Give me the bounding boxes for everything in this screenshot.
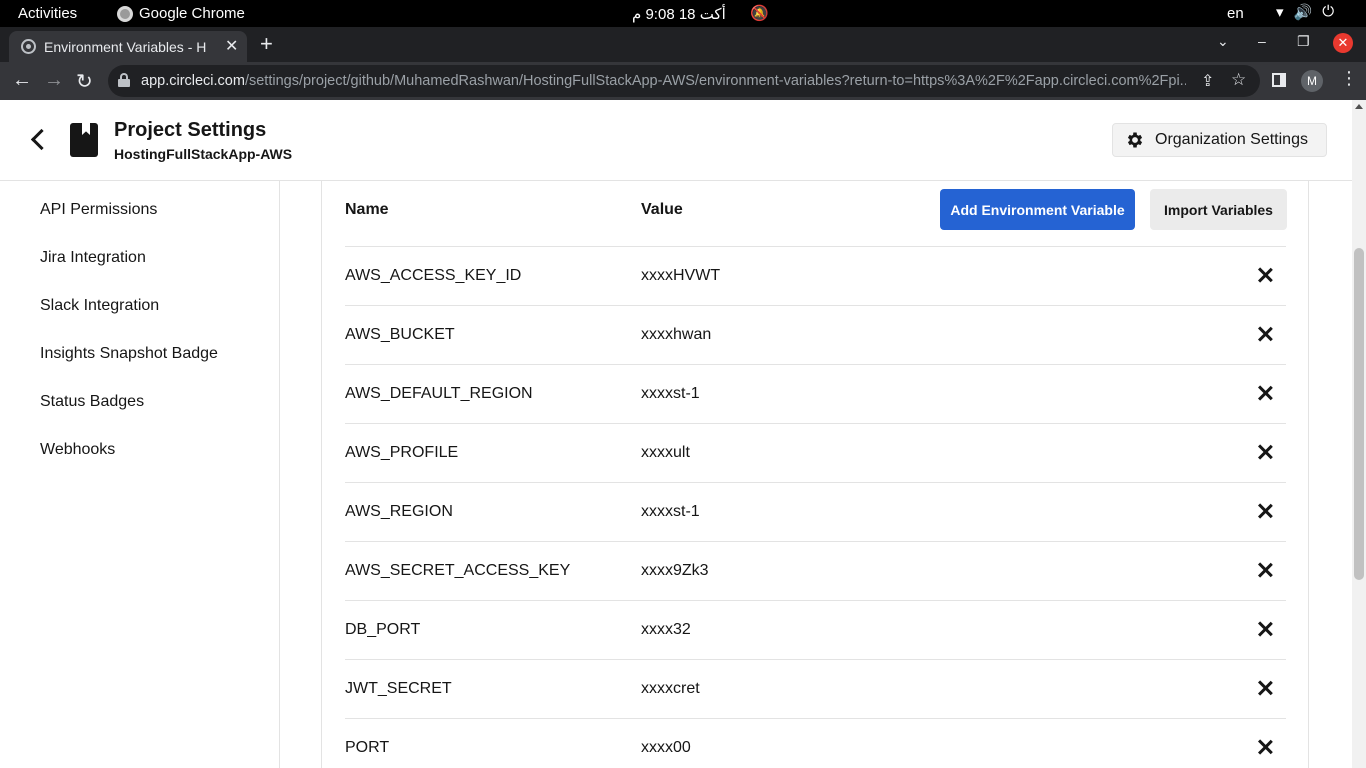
sidebar-item-slack-integration[interactable]: Slack Integration — [40, 297, 159, 315]
system-tray[interactable]: ▾ 🔊 ⏻ — [1276, 3, 1334, 21]
delete-x-icon[interactable] — [1257, 503, 1273, 519]
variable-name: AWS_PROFILE — [345, 444, 459, 461]
variable-value: xxxxHVWT — [641, 267, 721, 284]
variable-name: AWS_ACCESS_KEY_ID — [345, 267, 522, 284]
project-name: HostingFullStackApp-AWS — [114, 146, 293, 162]
sidebar-item-status-badges[interactable]: Status Badges — [40, 393, 144, 411]
table-row: AWS_BUCKET xxxxhwan — [345, 305, 1286, 364]
sidebar-item-insights-snapshot-badge[interactable]: Insights Snapshot Badge — [40, 345, 218, 363]
sidebar-item-api-permissions[interactable]: API Permissions — [40, 201, 157, 219]
page-title: Project Settings — [114, 119, 267, 141]
settings-sidebar: API Permissions Jira Integration Slack I… — [0, 181, 280, 768]
delete-x-icon[interactable] — [1257, 680, 1273, 696]
minimize-icon[interactable]: – — [1258, 33, 1266, 49]
variable-name: PORT — [345, 739, 390, 756]
variable-value: xxxx00 — [641, 739, 691, 756]
project-book-icon — [70, 123, 98, 157]
share-icon[interactable]: ⇪ — [1201, 71, 1214, 91]
os-top-bar: Activities Google Chrome أكت 18 9:08 م 🔕… — [0, 0, 1366, 27]
variable-name: DB_PORT — [345, 621, 421, 638]
import-variables-button[interactable]: Import Variables — [1150, 189, 1287, 230]
wifi-icon: ▾ — [1276, 4, 1284, 21]
environment-variables-card: Name Value Add Environment Variable Impo… — [321, 181, 1309, 768]
url-path: /settings/project/github/MuhamedRashwan/… — [244, 73, 1186, 89]
variable-name: AWS_SECRET_ACCESS_KEY — [345, 562, 571, 579]
chrome-icon — [117, 5, 133, 22]
table-row: AWS_PROFILE xxxxult — [345, 423, 1286, 482]
delete-x-icon[interactable] — [1257, 444, 1273, 460]
variable-value: xxxxcret — [641, 680, 700, 697]
window-close-icon[interactable]: ✕ — [1333, 33, 1353, 53]
table-row: PORT xxxx00 — [345, 718, 1286, 768]
sidebar-item-jira-integration[interactable]: Jira Integration — [40, 249, 146, 267]
organization-settings-button[interactable]: Organization Settings — [1112, 123, 1327, 157]
variable-name: AWS_BUCKET — [345, 326, 455, 343]
side-panel-icon[interactable] — [1272, 73, 1286, 87]
variable-value: xxxx32 — [641, 621, 691, 638]
volume-icon: 🔊 — [1293, 4, 1313, 21]
tab-close-icon[interactable]: ✕ — [225, 36, 238, 56]
address-bar[interactable]: app.circleci.com/settings/project/github… — [108, 65, 1260, 97]
delete-x-icon[interactable] — [1257, 326, 1273, 342]
table-row: AWS_REGION xxxxst-1 — [345, 482, 1286, 541]
variable-value: xxxxult — [641, 444, 690, 461]
app-menu[interactable]: Google Chrome — [117, 5, 245, 22]
scroll-up-arrow-icon[interactable] — [1355, 104, 1363, 109]
delete-x-icon[interactable] — [1257, 621, 1273, 637]
tab-title: Environment Variables - H — [44, 39, 207, 55]
lock-icon[interactable] — [118, 73, 130, 87]
delete-x-icon[interactable] — [1257, 267, 1273, 283]
column-header-name: Name — [345, 201, 389, 218]
variable-value: xxxxst-1 — [641, 385, 700, 402]
profile-avatar[interactable]: M — [1301, 70, 1323, 92]
restore-icon[interactable]: ❐ — [1297, 33, 1310, 50]
variable-value: xxxxhwan — [641, 326, 712, 343]
table-row: AWS_DEFAULT_REGION xxxxst-1 — [345, 364, 1286, 423]
gear-icon — [1125, 130, 1145, 150]
variable-value: xxxx9Zk3 — [641, 562, 709, 579]
url-host: app.circleci.com — [141, 73, 245, 89]
organization-settings-label: Organization Settings — [1155, 131, 1308, 148]
forward-arrow-icon[interactable]: → — [44, 69, 64, 92]
tab-strip: Environment Variables - H ✕ + ⌄ – ❐ — [0, 27, 1366, 62]
delete-x-icon[interactable] — [1257, 739, 1273, 755]
app-name: Google Chrome — [139, 5, 245, 22]
url-text[interactable]: app.circleci.com/settings/project/github… — [141, 73, 1186, 89]
variable-name: AWS_REGION — [345, 503, 453, 520]
table-row: AWS_ACCESS_KEY_ID xxxxHVWT — [345, 246, 1286, 305]
variable-name: JWT_SECRET — [345, 680, 452, 697]
clock[interactable]: أكت 18 9:08 م — [632, 5, 726, 23]
browser-toolbar: ← → ↻ app.circleci.com/settings/project/… — [0, 62, 1366, 100]
table-row: AWS_SECRET_ACCESS_KEY xxxx9Zk3 — [345, 541, 1286, 600]
browser-menu-kebab-icon[interactable]: ⋮ — [1340, 68, 1358, 89]
tab-search-chevron-icon[interactable]: ⌄ — [1217, 33, 1229, 50]
column-header-value: Value — [641, 201, 683, 218]
table-row: DB_PORT xxxx32 — [345, 600, 1286, 659]
table-row: JWT_SECRET xxxxcret — [345, 659, 1286, 718]
back-arrow-icon[interactable]: ← — [12, 69, 32, 92]
delete-x-icon[interactable] — [1257, 562, 1273, 578]
new-tab-plus-icon[interactable]: + — [260, 31, 273, 57]
variable-name: AWS_DEFAULT_REGION — [345, 385, 533, 402]
power-icon: ⏻ — [1322, 3, 1335, 20]
delete-x-icon[interactable] — [1257, 385, 1273, 401]
input-language[interactable]: en — [1227, 5, 1244, 22]
tab-environment-variables[interactable]: Environment Variables - H ✕ — [9, 31, 247, 62]
reload-icon[interactable]: ↻ — [76, 69, 93, 94]
variable-value: xxxxst-1 — [641, 503, 700, 520]
activities-button[interactable]: Activities — [18, 5, 77, 22]
project-settings-header: Project Settings HostingFullStackApp-AWS… — [0, 100, 1352, 181]
notification-bell-icon[interactable]: 🔕 — [750, 4, 769, 22]
page-scrollbar-thumb[interactable] — [1354, 248, 1364, 580]
add-environment-variable-button[interactable]: Add Environment Variable — [940, 189, 1135, 230]
sidebar-item-webhooks[interactable]: Webhooks — [40, 441, 115, 459]
back-chevron-icon[interactable] — [28, 128, 46, 152]
bookmark-star-icon[interactable]: ☆ — [1231, 70, 1246, 90]
circleci-favicon-icon — [21, 39, 36, 54]
